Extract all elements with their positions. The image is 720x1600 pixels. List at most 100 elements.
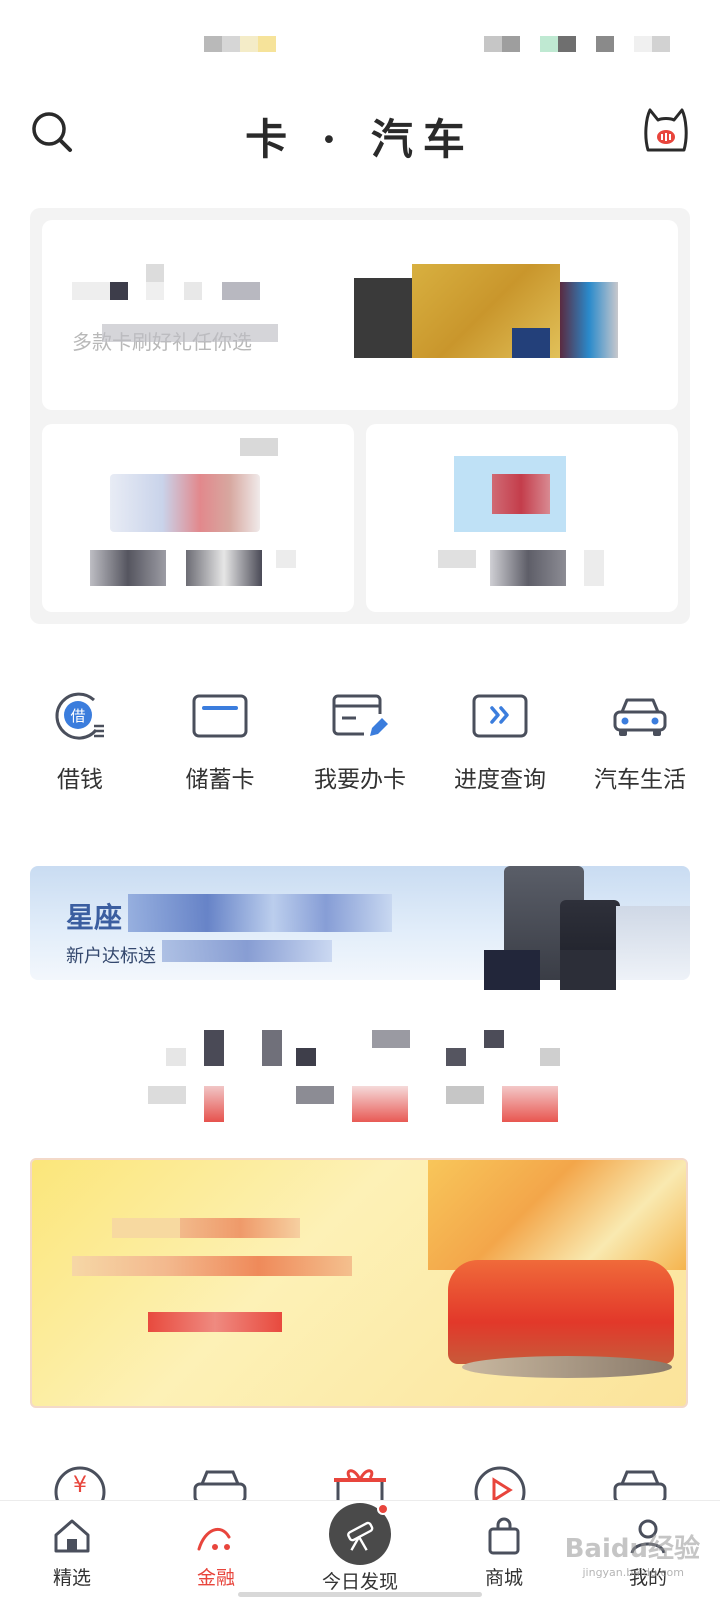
notification-dot <box>377 1503 389 1515</box>
quick-action-label: 汽车生活 <box>594 767 686 793</box>
blurred-text <box>222 282 260 300</box>
status-pixel <box>258 36 276 52</box>
blurred-text <box>584 550 604 586</box>
nav-label: 精选 <box>52 1567 91 1589</box>
blurred-text <box>110 282 128 300</box>
blurred-text <box>204 1030 224 1066</box>
nav-item-finance[interactable]: 金融 <box>144 1501 288 1600</box>
blurred-text <box>262 1030 282 1066</box>
blurred-text <box>372 1030 410 1048</box>
blurred-text <box>540 1048 560 1066</box>
blurred-text <box>446 1048 466 1066</box>
watermark-url: jingyan.baidu.com <box>582 1566 684 1579</box>
blurred-text <box>72 282 110 300</box>
progress-query-icon <box>472 694 528 738</box>
status-pixel <box>222 36 240 52</box>
quick-action-label: 我要办卡 <box>314 767 406 793</box>
blurred-button <box>148 1312 282 1332</box>
blurred-text <box>128 894 392 932</box>
blurred-text <box>276 550 296 568</box>
blurred-text <box>296 1086 334 1104</box>
top-header: 卡 · 汽车 <box>0 100 720 164</box>
car-image <box>462 1356 672 1378</box>
blurred-text <box>352 1086 408 1122</box>
status-pixel <box>652 36 670 52</box>
quick-actions: 借 借钱 储蓄卡 我要办卡 进度查询 汽车生活 <box>10 690 710 800</box>
luggage-image <box>560 950 616 990</box>
blurred-text <box>186 550 262 586</box>
card-promo-left[interactable] <box>42 424 354 612</box>
page-title: 卡 · 汽车 <box>245 115 475 164</box>
quick-action-progress-query[interactable]: 进度查询 <box>430 690 570 800</box>
banner-decoration <box>616 906 690 980</box>
home-indicator[interactable] <box>238 1592 482 1597</box>
blurred-text <box>438 550 476 568</box>
status-bar <box>0 36 720 54</box>
nav-item-mall[interactable]: 商城 <box>432 1501 576 1600</box>
discover-button <box>329 1503 391 1565</box>
apply-card-icon <box>332 694 388 736</box>
blurred-badge <box>240 438 278 456</box>
blurred-text <box>502 1086 558 1122</box>
quick-action-label: 进度查询 <box>454 767 546 793</box>
telescope-icon <box>347 1521 374 1551</box>
quick-action-label: 储蓄卡 <box>185 767 255 793</box>
card-image <box>512 328 550 358</box>
status-pixel <box>204 36 222 52</box>
featured-card-promo[interactable]: 多款卡刷好礼任你选 <box>42 220 678 410</box>
blurred-text <box>102 324 278 342</box>
luggage-image <box>484 950 540 990</box>
yellow-promo-banner[interactable] <box>30 1158 688 1408</box>
blurred-text <box>296 1048 316 1066</box>
car-life-icon <box>613 698 667 736</box>
card-image <box>354 278 412 358</box>
nav-label: 金融 <box>196 1567 235 1589</box>
blurred-text <box>90 550 166 586</box>
blurred-text <box>72 1256 352 1276</box>
home-icon <box>54 1519 90 1553</box>
quick-action-borrow[interactable]: 借 借钱 <box>10 690 150 800</box>
blurred-text <box>490 550 566 586</box>
blurred-text <box>180 1218 300 1238</box>
status-pixel <box>484 36 502 52</box>
quick-action-car-life[interactable]: 汽车生活 <box>570 690 710 800</box>
card-image <box>110 474 260 532</box>
card-promo-right[interactable] <box>366 424 678 612</box>
status-pixel <box>502 36 520 52</box>
blurred-text <box>484 1030 504 1048</box>
card-promo-panel: 多款卡刷好礼任你选 <box>30 208 690 624</box>
nav-label: 商城 <box>484 1567 523 1589</box>
card-image <box>560 282 618 358</box>
quick-action-debit-card[interactable]: 储蓄卡 <box>150 690 290 800</box>
nav-item-discover[interactable]: 今日发现 <box>288 1501 432 1600</box>
status-pixel <box>540 36 558 52</box>
status-pixel <box>558 36 576 52</box>
quick-action-apply-card[interactable]: 我要办卡 <box>290 690 430 800</box>
status-pixel <box>596 36 614 52</box>
blurred-text <box>446 1086 484 1104</box>
status-pixel <box>634 36 652 52</box>
blurred-text <box>148 1086 186 1104</box>
card-image <box>492 474 550 514</box>
banner-subtitle: 新户达标送 <box>66 946 156 967</box>
banner-image <box>428 1160 686 1270</box>
status-pixel <box>240 36 258 52</box>
finance-icon <box>197 1527 231 1551</box>
debit-card-icon <box>192 694 248 738</box>
shopping-bag-icon <box>488 1517 520 1555</box>
quick-action-label: 借钱 <box>57 767 103 793</box>
banner-title: 星座 <box>66 901 123 934</box>
svg-text:借: 借 <box>70 707 85 725</box>
blurred-text <box>146 282 164 300</box>
blurred-text <box>162 940 332 962</box>
blurred-text <box>166 1048 186 1066</box>
blurred-text <box>204 1086 224 1122</box>
svg-text:¥: ¥ <box>73 1473 87 1498</box>
nav-label: 今日发现 <box>321 1571 398 1593</box>
borrow-icon: 借 <box>55 692 104 740</box>
cat-mascot-icon[interactable] <box>642 106 690 156</box>
car-image <box>448 1260 674 1364</box>
blurred-text <box>146 264 164 282</box>
nav-item-featured[interactable]: 精选 <box>0 1501 144 1600</box>
baidu-watermark: Baidu经验 <box>564 1534 700 1564</box>
